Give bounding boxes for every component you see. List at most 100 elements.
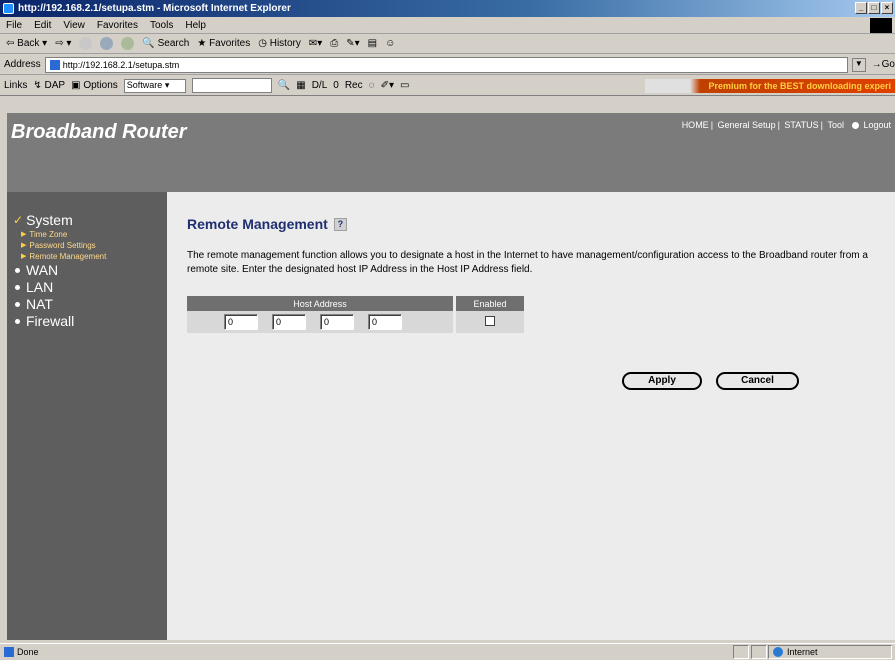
grid-icon[interactable]: ▦ xyxy=(296,80,305,91)
messenger-icon[interactable]: ☺ xyxy=(385,38,395,49)
sidebar-item-firewall[interactable]: Firewall xyxy=(7,313,167,330)
sidebar-item-lan[interactable]: LAN xyxy=(7,279,167,296)
favorites-label: Favorites xyxy=(209,38,251,49)
nav-logout[interactable]: Logout xyxy=(850,120,893,130)
dl-label: D/L xyxy=(311,80,328,91)
sidebar-item-label: System xyxy=(26,212,73,228)
apply-button[interactable]: Apply xyxy=(622,372,702,390)
window-titlebar: http://192.168.2.1/setupa.stm - Microsof… xyxy=(0,0,895,17)
cancel-button[interactable]: Cancel xyxy=(716,372,799,390)
sidebar-subitem-time-zone[interactable]: ▶ Time Zone xyxy=(7,229,167,240)
nav-general-setup[interactable]: General Setup xyxy=(718,120,776,130)
sidebar-item-label: Firewall xyxy=(26,313,75,329)
host-address-header: Host Address xyxy=(187,296,453,311)
folder-icon[interactable]: ▭ xyxy=(400,80,409,91)
status-bar: Done Internet xyxy=(0,643,895,660)
software-select[interactable]: Software ▾ xyxy=(123,78,186,93)
stop-icon[interactable] xyxy=(79,37,93,50)
ip-octet-2-input[interactable]: 0 xyxy=(272,314,306,330)
options-label: Options xyxy=(83,80,118,91)
back-button[interactable]: ⇦ Back ▾ xyxy=(6,38,47,49)
sidebar-subitem-label: Remote Management xyxy=(29,252,107,261)
window-title: http://192.168.2.1/setupa.stm - Microsof… xyxy=(18,3,291,14)
enabled-cell xyxy=(456,311,524,333)
tools-icon[interactable]: ✐▾ xyxy=(381,80,394,91)
options-button[interactable]: ▣ Options xyxy=(71,80,118,91)
help-icon[interactable]: ? xyxy=(333,217,347,231)
ip-octet-4-input[interactable]: 0 xyxy=(368,314,402,330)
history-button[interactable]: ◷ History xyxy=(258,38,301,49)
sidebar-item-wan[interactable]: WAN xyxy=(7,262,167,279)
ip-octet-3-input[interactable]: 0 xyxy=(320,314,354,330)
premium-banner[interactable]: Premium for the BEST downloading experi xyxy=(645,79,895,93)
links-search-input[interactable] xyxy=(191,78,272,93)
nav-home[interactable]: HOME xyxy=(682,120,709,130)
router-brand: Broadband Router xyxy=(11,121,187,143)
arrow-icon: ▶ xyxy=(21,253,27,260)
globe-icon xyxy=(773,647,783,657)
zone-label: Internet xyxy=(787,647,818,657)
menu-tools[interactable]: Tools xyxy=(150,20,173,31)
sidebar-item-system[interactable]: ✓ System xyxy=(7,212,167,229)
enabled-header: Enabled xyxy=(456,296,524,311)
table-row: 0000 xyxy=(187,311,524,333)
status-cell xyxy=(733,645,749,659)
host-address-cell: 0000 xyxy=(187,311,453,333)
nav-tool[interactable]: Tool xyxy=(827,120,844,130)
edit-icon[interactable]: ✎▾ xyxy=(346,38,359,49)
maximize-icon[interactable]: □ xyxy=(868,2,880,14)
mail-icon[interactable]: ✉▾ xyxy=(309,38,322,49)
favorites-button[interactable]: ★ Favorites xyxy=(197,38,250,49)
sidebar-item-label: WAN xyxy=(26,262,59,278)
enabled-checkbox[interactable] xyxy=(485,315,495,326)
menu-favorites[interactable]: Favorites xyxy=(97,20,138,31)
search-button[interactable]: 🔍 Search xyxy=(142,38,189,49)
ip-octet-1-input[interactable]: 0 xyxy=(224,314,258,330)
sidebar-item-label: LAN xyxy=(26,279,54,295)
links-label[interactable]: Links xyxy=(4,80,27,91)
arrow-icon: ▶ xyxy=(21,231,27,238)
checkmark-icon: ✓ xyxy=(13,213,24,227)
close-icon[interactable]: × xyxy=(881,2,893,14)
status-text: Done xyxy=(17,647,39,657)
sidebar-item-nat[interactable]: NAT xyxy=(7,296,167,313)
page-description: The remote management function allows yo… xyxy=(187,250,868,275)
go-label: Go xyxy=(881,59,895,70)
menu-help[interactable]: Help xyxy=(185,20,206,31)
menu-file[interactable]: File xyxy=(6,20,22,31)
windows-logo-icon xyxy=(870,18,892,33)
ie-logo-icon xyxy=(3,3,14,14)
address-input[interactable]: http://192.168.2.1/setupa.stm xyxy=(44,56,849,73)
print-icon[interactable]: ⎙ xyxy=(330,38,338,49)
discuss-icon[interactable]: ▤ xyxy=(368,38,377,49)
rec-icon[interactable]: ◌ xyxy=(369,80,375,91)
address-dropdown-icon[interactable]: ▼ xyxy=(852,57,866,72)
nav-status[interactable]: STATUS xyxy=(784,120,818,130)
menu-edit[interactable]: Edit xyxy=(34,20,51,31)
bullet-icon xyxy=(15,319,20,324)
dap-button[interactable]: ↯ DAP xyxy=(33,80,65,91)
software-label: Software xyxy=(126,79,163,90)
sidebar-subitem-remote-management[interactable]: ▶ Remote Management xyxy=(7,251,167,262)
page-title: Remote Management ? xyxy=(187,216,347,232)
sidebar-subitem-password-settings[interactable]: ▶ Password Settings xyxy=(7,240,167,251)
menu-view[interactable]: View xyxy=(63,20,85,31)
home-icon[interactable] xyxy=(121,37,135,50)
bullet-icon xyxy=(15,285,20,290)
page-icon xyxy=(49,59,60,70)
back-label: Back xyxy=(17,38,40,49)
sidebar-subitem-label: Password Settings xyxy=(29,241,96,250)
address-url: http://192.168.2.1/setupa.stm xyxy=(62,59,180,70)
sidebar-item-label: NAT xyxy=(26,296,53,312)
forward-button[interactable]: ⇨ ▾ xyxy=(55,38,71,49)
standard-toolbar: ⇦ Back ▾ ⇨ ▾ 🔍 Search ★ Favorites ◷ Hist… xyxy=(0,34,895,54)
search-label: Search xyxy=(157,38,190,49)
menu-bar: File Edit View Favorites Tools Help xyxy=(0,17,895,34)
go-button[interactable]: →Go xyxy=(872,59,895,70)
address-label: Address xyxy=(4,59,41,70)
security-zone: Internet xyxy=(768,645,892,659)
bullet-icon xyxy=(15,268,20,273)
minimize-icon[interactable]: _ xyxy=(855,2,867,14)
refresh-icon[interactable] xyxy=(100,37,114,50)
magnifier-icon[interactable]: 🔍 xyxy=(278,80,290,91)
